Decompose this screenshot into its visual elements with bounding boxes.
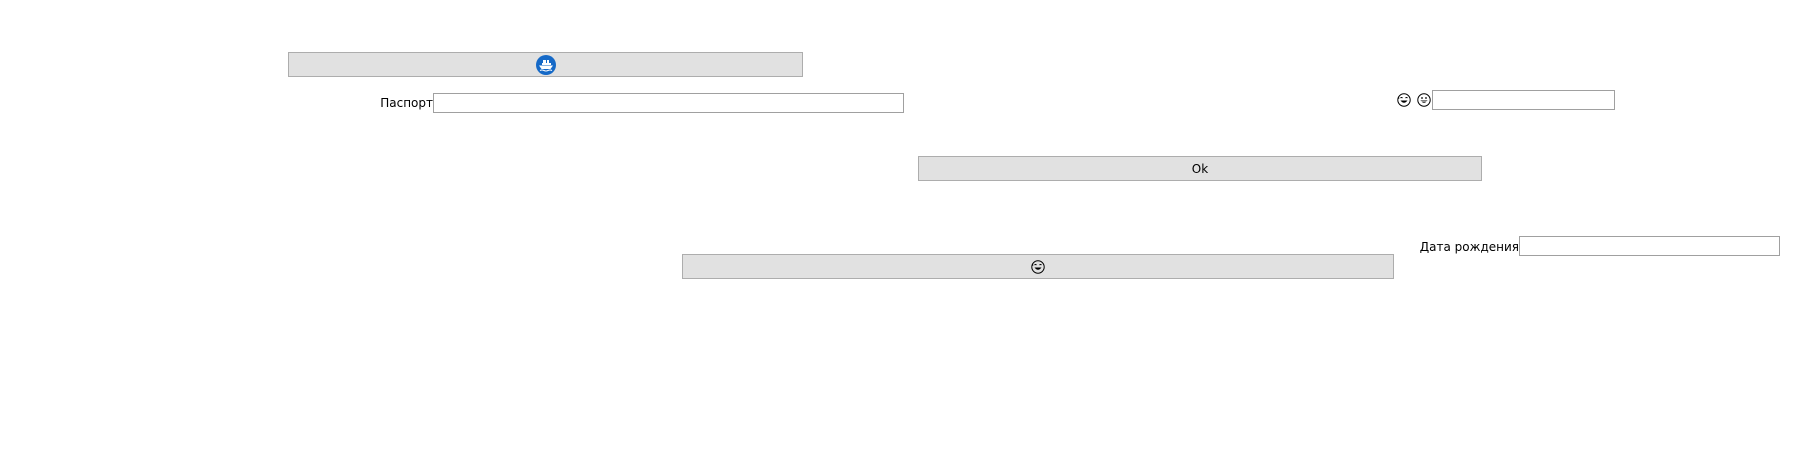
- form-canvas: Паспорт Ok Дата рождения: [0, 0, 1811, 476]
- emoji-button[interactable]: [682, 254, 1394, 279]
- passport-input[interactable]: [433, 93, 904, 113]
- grinning-sweat-face-icon: [1031, 259, 1045, 274]
- ok-button-label: Ok: [1191, 161, 1209, 176]
- grinning-sweat-face-icon: [1397, 93, 1411, 110]
- ship-badge-icon: [535, 54, 556, 75]
- ok-button[interactable]: Ok: [918, 156, 1482, 181]
- passport-label: Паспорт: [380, 96, 433, 110]
- birth-date-label: Дата рождения: [1419, 240, 1519, 254]
- birth-date-input[interactable]: [1519, 236, 1780, 256]
- ship-icon-button[interactable]: [288, 52, 803, 77]
- grinning-face-icon: [1417, 93, 1431, 110]
- face-row-input[interactable]: [1432, 90, 1615, 110]
